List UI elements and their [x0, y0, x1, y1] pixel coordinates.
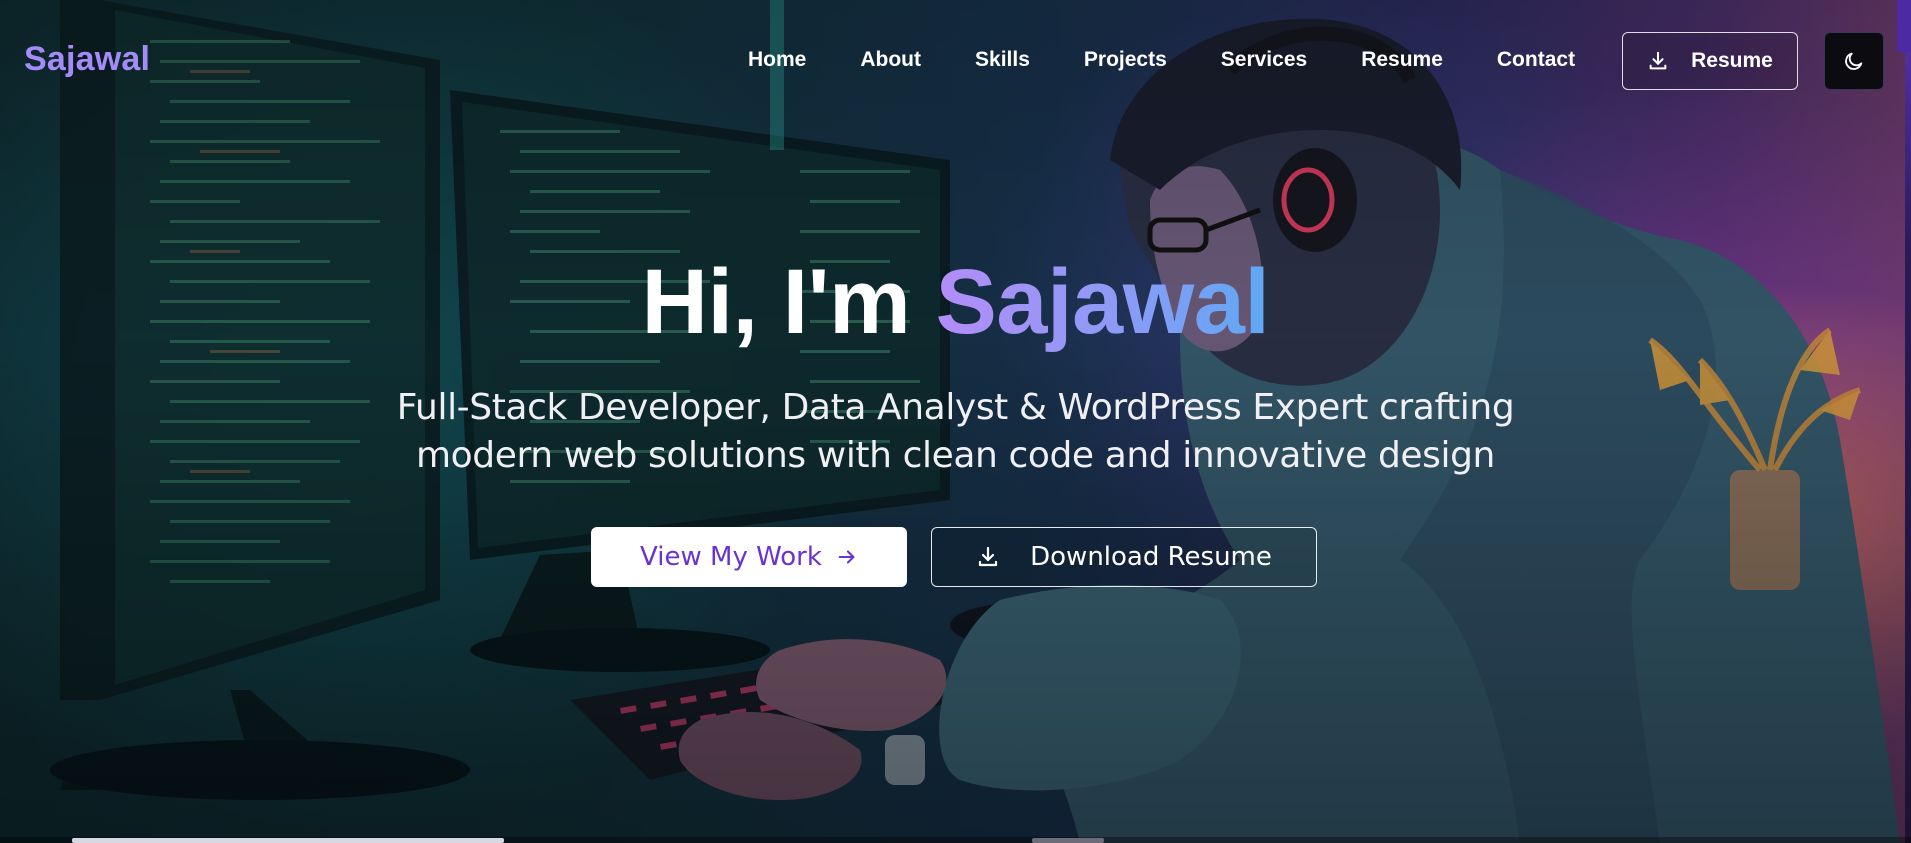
- portfolio-page: Sajawal Home About Skills Projects Servi…: [0, 0, 1911, 843]
- nav-links: Home About Skills Projects Services Resu…: [748, 48, 1575, 72]
- download-resume-label: Download Resume: [1030, 542, 1272, 572]
- nav-link-skills[interactable]: Skills: [975, 48, 1030, 72]
- download-icon: [1647, 50, 1669, 72]
- site-logo[interactable]: Sajawal: [24, 40, 150, 79]
- scrollbar-marker: [1032, 838, 1104, 843]
- download-resume-button[interactable]: Download Resume: [931, 527, 1317, 587]
- scrollbar-thumb[interactable]: [72, 838, 504, 843]
- view-my-work-label: View My Work: [640, 542, 822, 572]
- nav-link-projects[interactable]: Projects: [1084, 48, 1167, 72]
- nav-link-home[interactable]: Home: [748, 48, 806, 72]
- download-icon: [976, 545, 1000, 569]
- nav-link-about[interactable]: About: [860, 48, 921, 72]
- hero-subtitle-line-1: Full-Stack Developer, Data Analyst & Wor…: [396, 387, 1515, 428]
- nav-link-resume[interactable]: Resume: [1361, 48, 1443, 72]
- nav-resume-label: Resume: [1691, 49, 1773, 72]
- theme-toggle-button[interactable]: [1824, 32, 1884, 90]
- right-edge-accent-top: [1897, 0, 1911, 52]
- view-my-work-button[interactable]: View My Work: [591, 527, 907, 587]
- hero-name: Sajawal: [935, 251, 1270, 353]
- hero-title: Hi, I'm Sajawal: [0, 250, 1911, 355]
- nav-resume-button[interactable]: Resume: [1622, 32, 1798, 90]
- hero-greeting: Hi, I'm: [641, 251, 911, 353]
- hero-subtitle-line-2: modern web solutions with clean code and…: [416, 435, 1495, 476]
- hero-subtitle: Full-Stack Developer, Data Analyst & Wor…: [0, 384, 1911, 480]
- arrow-right-icon: [836, 546, 858, 568]
- top-navbar: Sajawal Home About Skills Projects Servi…: [0, 0, 1911, 124]
- nav-link-services[interactable]: Services: [1221, 48, 1307, 72]
- moon-icon: [1843, 50, 1865, 72]
- nav-link-contact[interactable]: Contact: [1497, 48, 1575, 72]
